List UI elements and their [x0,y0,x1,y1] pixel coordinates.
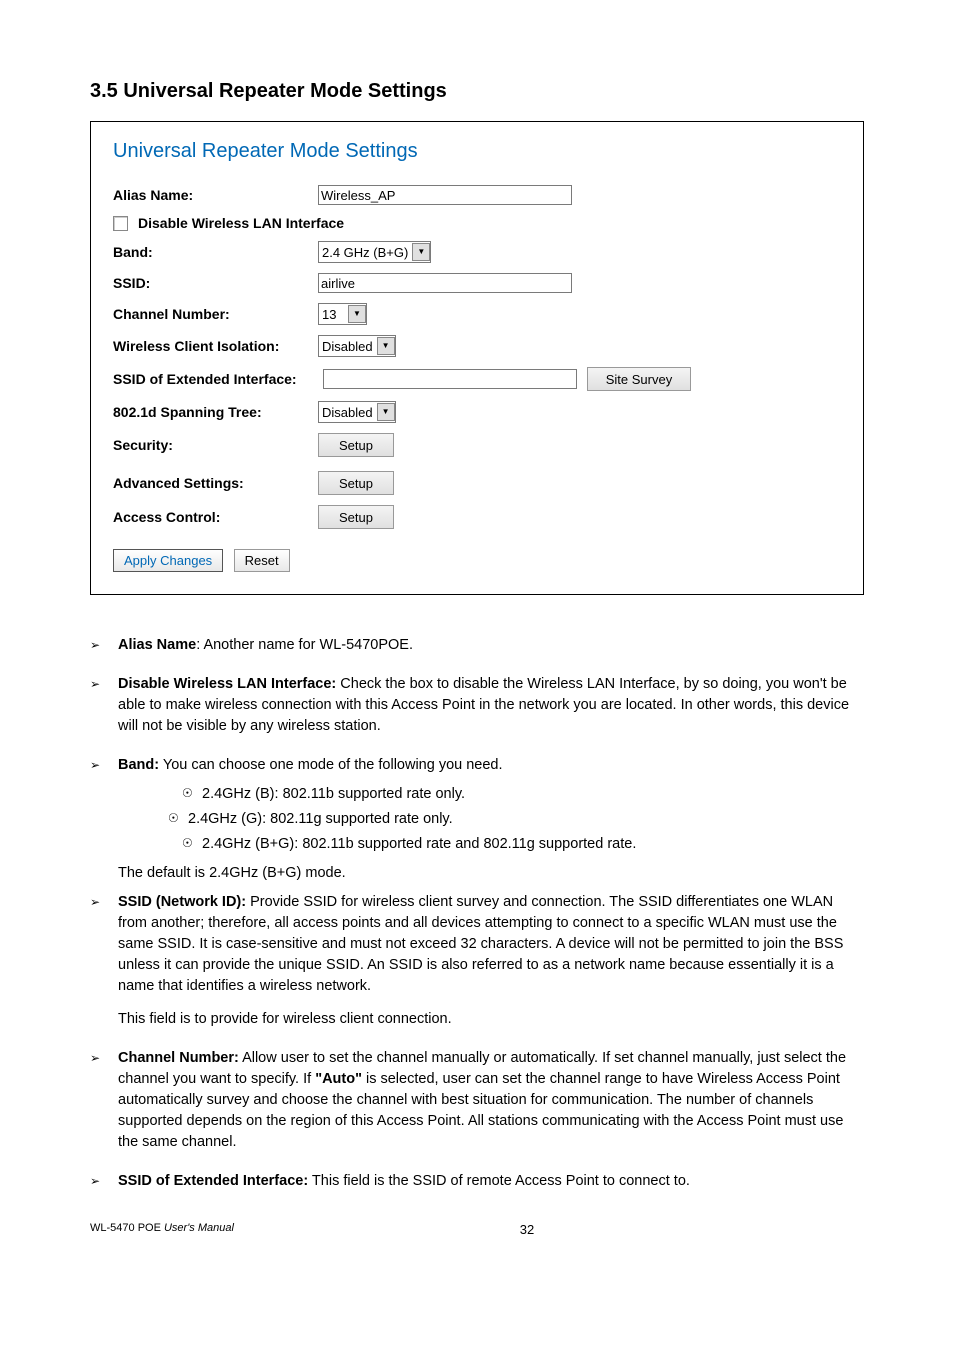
ext-ssid-label: SSID of Extended Interface: [113,371,323,387]
desc-term: SSID (Network ID): [118,894,246,910]
page-number: 32 [507,1222,547,1237]
arrow-icon: ➢ [90,1171,118,1192]
isolation-label: Wireless Client Isolation: [113,338,318,354]
desc-text: This field is the SSID of remote Access … [308,1173,690,1189]
settings-panel: Universal Repeater Mode Settings Alias N… [90,121,864,595]
ac-label: Access Control: [113,509,318,525]
disable-wlan-label: Disable Wireless LAN Interface [138,215,344,231]
list-item: ➢ Alias Name: Another name for WL-5470PO… [90,635,864,656]
section-heading: 3.5 Universal Repeater Mode Settings [90,80,864,103]
band-select[interactable]: 2.4 GHz (B+G) ▼ [318,241,431,263]
list-item: ➢ Disable Wireless LAN Interface: Check … [90,674,864,737]
band-label: Band: [113,244,318,260]
ac-setup-button[interactable]: Setup [318,505,394,529]
stp-value: Disabled [322,405,375,420]
desc-term: Band: [118,757,159,773]
list-item: ➢ Band: You can choose one mode of the f… [90,755,864,884]
sub-text: 2.4GHz (G): 802.11g supported rate only. [188,809,453,830]
footer-manual: User's Manual [164,1222,234,1234]
stp-label: 802.1d Spanning Tree: [113,404,318,420]
page-footer: WL-5470 POE User's Manual 32 [90,1222,864,1237]
disable-wlan-checkbox[interactable] [113,216,128,231]
desc-term: Channel Number: [118,1050,239,1066]
channel-label: Channel Number: [113,306,318,322]
security-label: Security: [113,437,318,453]
desc-text: This field is to provide for wireless cl… [118,1009,864,1030]
adv-setup-button[interactable]: Setup [318,471,394,495]
security-setup-button[interactable]: Setup [318,433,394,457]
arrow-icon: ➢ [90,674,118,737]
panel-title: Universal Repeater Mode Settings [113,140,841,163]
description-list: ➢ Alias Name: Another name for WL-5470PO… [90,635,864,1192]
sub-text: 2.4GHz (B): 802.11b supported rate only. [202,784,465,805]
reset-button[interactable]: Reset [234,549,290,572]
list-item: ➢ SSID of Extended Interface: This field… [90,1171,864,1192]
sub-text: 2.4GHz (B+G): 802.11b supported rate and… [202,834,636,855]
ssid-label: SSID: [113,275,318,291]
bullet-icon: ☉ [182,784,202,805]
isolation-select[interactable]: Disabled ▼ [318,335,396,357]
ssid-input[interactable] [318,273,572,293]
desc-bold: "Auto" [315,1071,362,1087]
footer-model: WL-5470 POE [90,1222,164,1234]
arrow-icon: ➢ [90,892,118,1030]
channel-value: 13 [322,307,346,322]
ext-ssid-input[interactable] [323,369,577,389]
desc-term: Disable Wireless LAN Interface: [118,676,336,692]
arrow-icon: ➢ [90,1048,118,1153]
list-item: ➢ Channel Number: Allow user to set the … [90,1048,864,1153]
alias-input[interactable] [318,185,572,205]
desc-term: Alias Name [118,637,196,653]
bullet-icon: ☉ [168,809,188,830]
desc-text: You can choose one mode of the following… [159,757,502,773]
alias-label: Alias Name: [113,187,318,203]
stp-select[interactable]: Disabled ▼ [318,401,396,423]
chevron-down-icon: ▼ [377,337,395,355]
isolation-value: Disabled [322,339,375,354]
arrow-icon: ➢ [90,755,118,884]
bullet-icon: ☉ [182,834,202,855]
desc-text: The default is 2.4GHz (B+G) mode. [118,863,864,884]
site-survey-button[interactable]: Site Survey [587,367,691,391]
channel-select[interactable]: 13 ▼ [318,303,367,325]
desc-term: SSID of Extended Interface: [118,1173,308,1189]
chevron-down-icon: ▼ [377,403,395,421]
list-item: ➢ SSID (Network ID): Provide SSID for wi… [90,892,864,1030]
chevron-down-icon: ▼ [412,243,430,261]
desc-text: : Another name for WL-5470POE. [196,637,413,653]
apply-button[interactable]: Apply Changes [113,549,223,572]
adv-label: Advanced Settings: [113,475,318,491]
band-value: 2.4 GHz (B+G) [322,245,410,260]
arrow-icon: ➢ [90,635,118,656]
chevron-down-icon: ▼ [348,305,366,323]
